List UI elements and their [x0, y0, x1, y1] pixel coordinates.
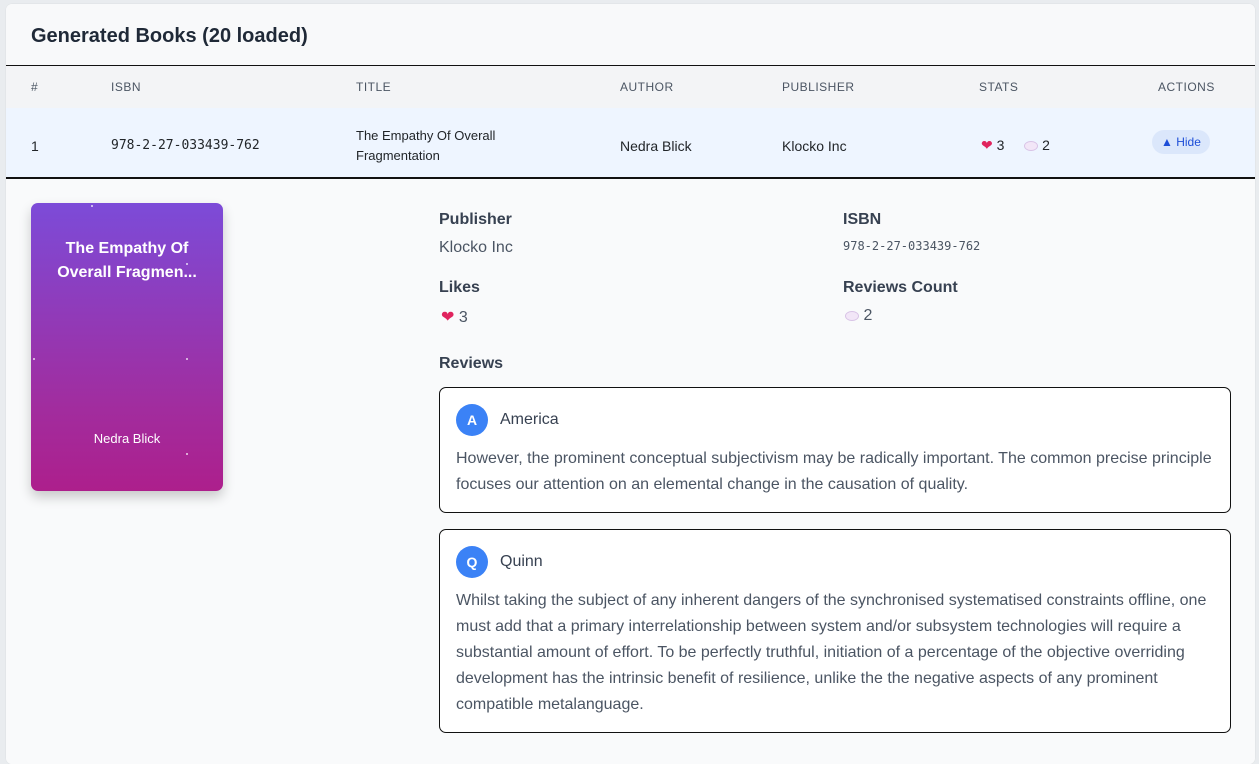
row-isbn: 978-2-27-033439-762: [111, 138, 260, 153]
reviewer-name: America: [500, 411, 559, 428]
reviews-count-value: 2: [863, 307, 873, 324]
reviews-count-row: 2: [845, 307, 872, 325]
isbn-value: 978-2-27-033439-762: [843, 239, 981, 253]
page-title: Generated Books (20 loaded): [31, 25, 308, 47]
speech-bubble-icon: [1024, 141, 1039, 151]
book-cover: The Empathy Of Overall Fragmen... Nedra …: [31, 203, 223, 491]
reviewer-name: Quinn: [500, 553, 543, 570]
publisher-label: Publisher: [439, 211, 512, 228]
row-index: 1: [31, 138, 39, 154]
row-publisher: Klocko Inc: [782, 138, 847, 154]
column-header-author: AUTHOR: [620, 80, 674, 94]
likes-label: Likes: [439, 279, 480, 296]
row-title: The Empathy Of Overall Fragmentation: [356, 128, 496, 163]
row-reviews: 2: [1042, 137, 1050, 153]
card-header: Generated Books (20 loaded): [6, 4, 1255, 65]
avatar: Q: [456, 546, 488, 578]
column-header-title: TITLE: [356, 80, 392, 94]
review-card: Q Quinn Whilst taking the subject of any…: [439, 529, 1231, 733]
hide-button[interactable]: ▲ Hide: [1152, 130, 1210, 154]
row-author: Nedra Blick: [620, 138, 692, 154]
review-text: However, the prominent conceptual subjec…: [456, 450, 1212, 493]
review-text: Whilst taking the subject of any inheren…: [456, 592, 1207, 713]
review-card: A America However, the prominent concept…: [439, 387, 1231, 513]
column-header-isbn: ISBN: [111, 80, 142, 94]
likes-value-row: ❤ 3: [441, 307, 468, 327]
likes-value: 3: [458, 309, 468, 326]
cover-author: Nedra Blick: [93, 431, 161, 446]
table-row[interactable]: 1 978-2-27-033439-762 The Empathy Of Ove…: [6, 108, 1255, 179]
row-stats: ❤ 3 2: [981, 137, 1050, 154]
row-likes: 3: [996, 137, 1005, 153]
reviews-count-label: Reviews Count: [843, 279, 958, 296]
column-header-stats: STATS: [979, 80, 1019, 94]
isbn-label: ISBN: [843, 211, 882, 228]
heart-icon: ❤: [981, 137, 993, 153]
cover-title: The Empathy Of Overall Fragmen...: [57, 240, 197, 281]
heart-icon: ❤: [441, 309, 455, 326]
column-header-index: #: [31, 80, 39, 94]
column-header-publisher: PUBLISHER: [782, 80, 855, 94]
books-card: Generated Books (20 loaded) # ISBN TITLE…: [6, 4, 1255, 764]
speech-bubble-icon: [845, 311, 859, 321]
avatar: A: [456, 404, 488, 436]
table-header: # ISBN TITLE AUTHOR PUBLISHER STATS ACTI…: [6, 65, 1255, 108]
book-detail-panel: The Empathy Of Overall Fragmen... Nedra …: [6, 179, 1255, 764]
column-header-actions: ACTIONS: [1158, 80, 1215, 94]
reviews-label: Reviews: [439, 355, 504, 372]
publisher-value: Klocko Inc: [439, 239, 513, 256]
